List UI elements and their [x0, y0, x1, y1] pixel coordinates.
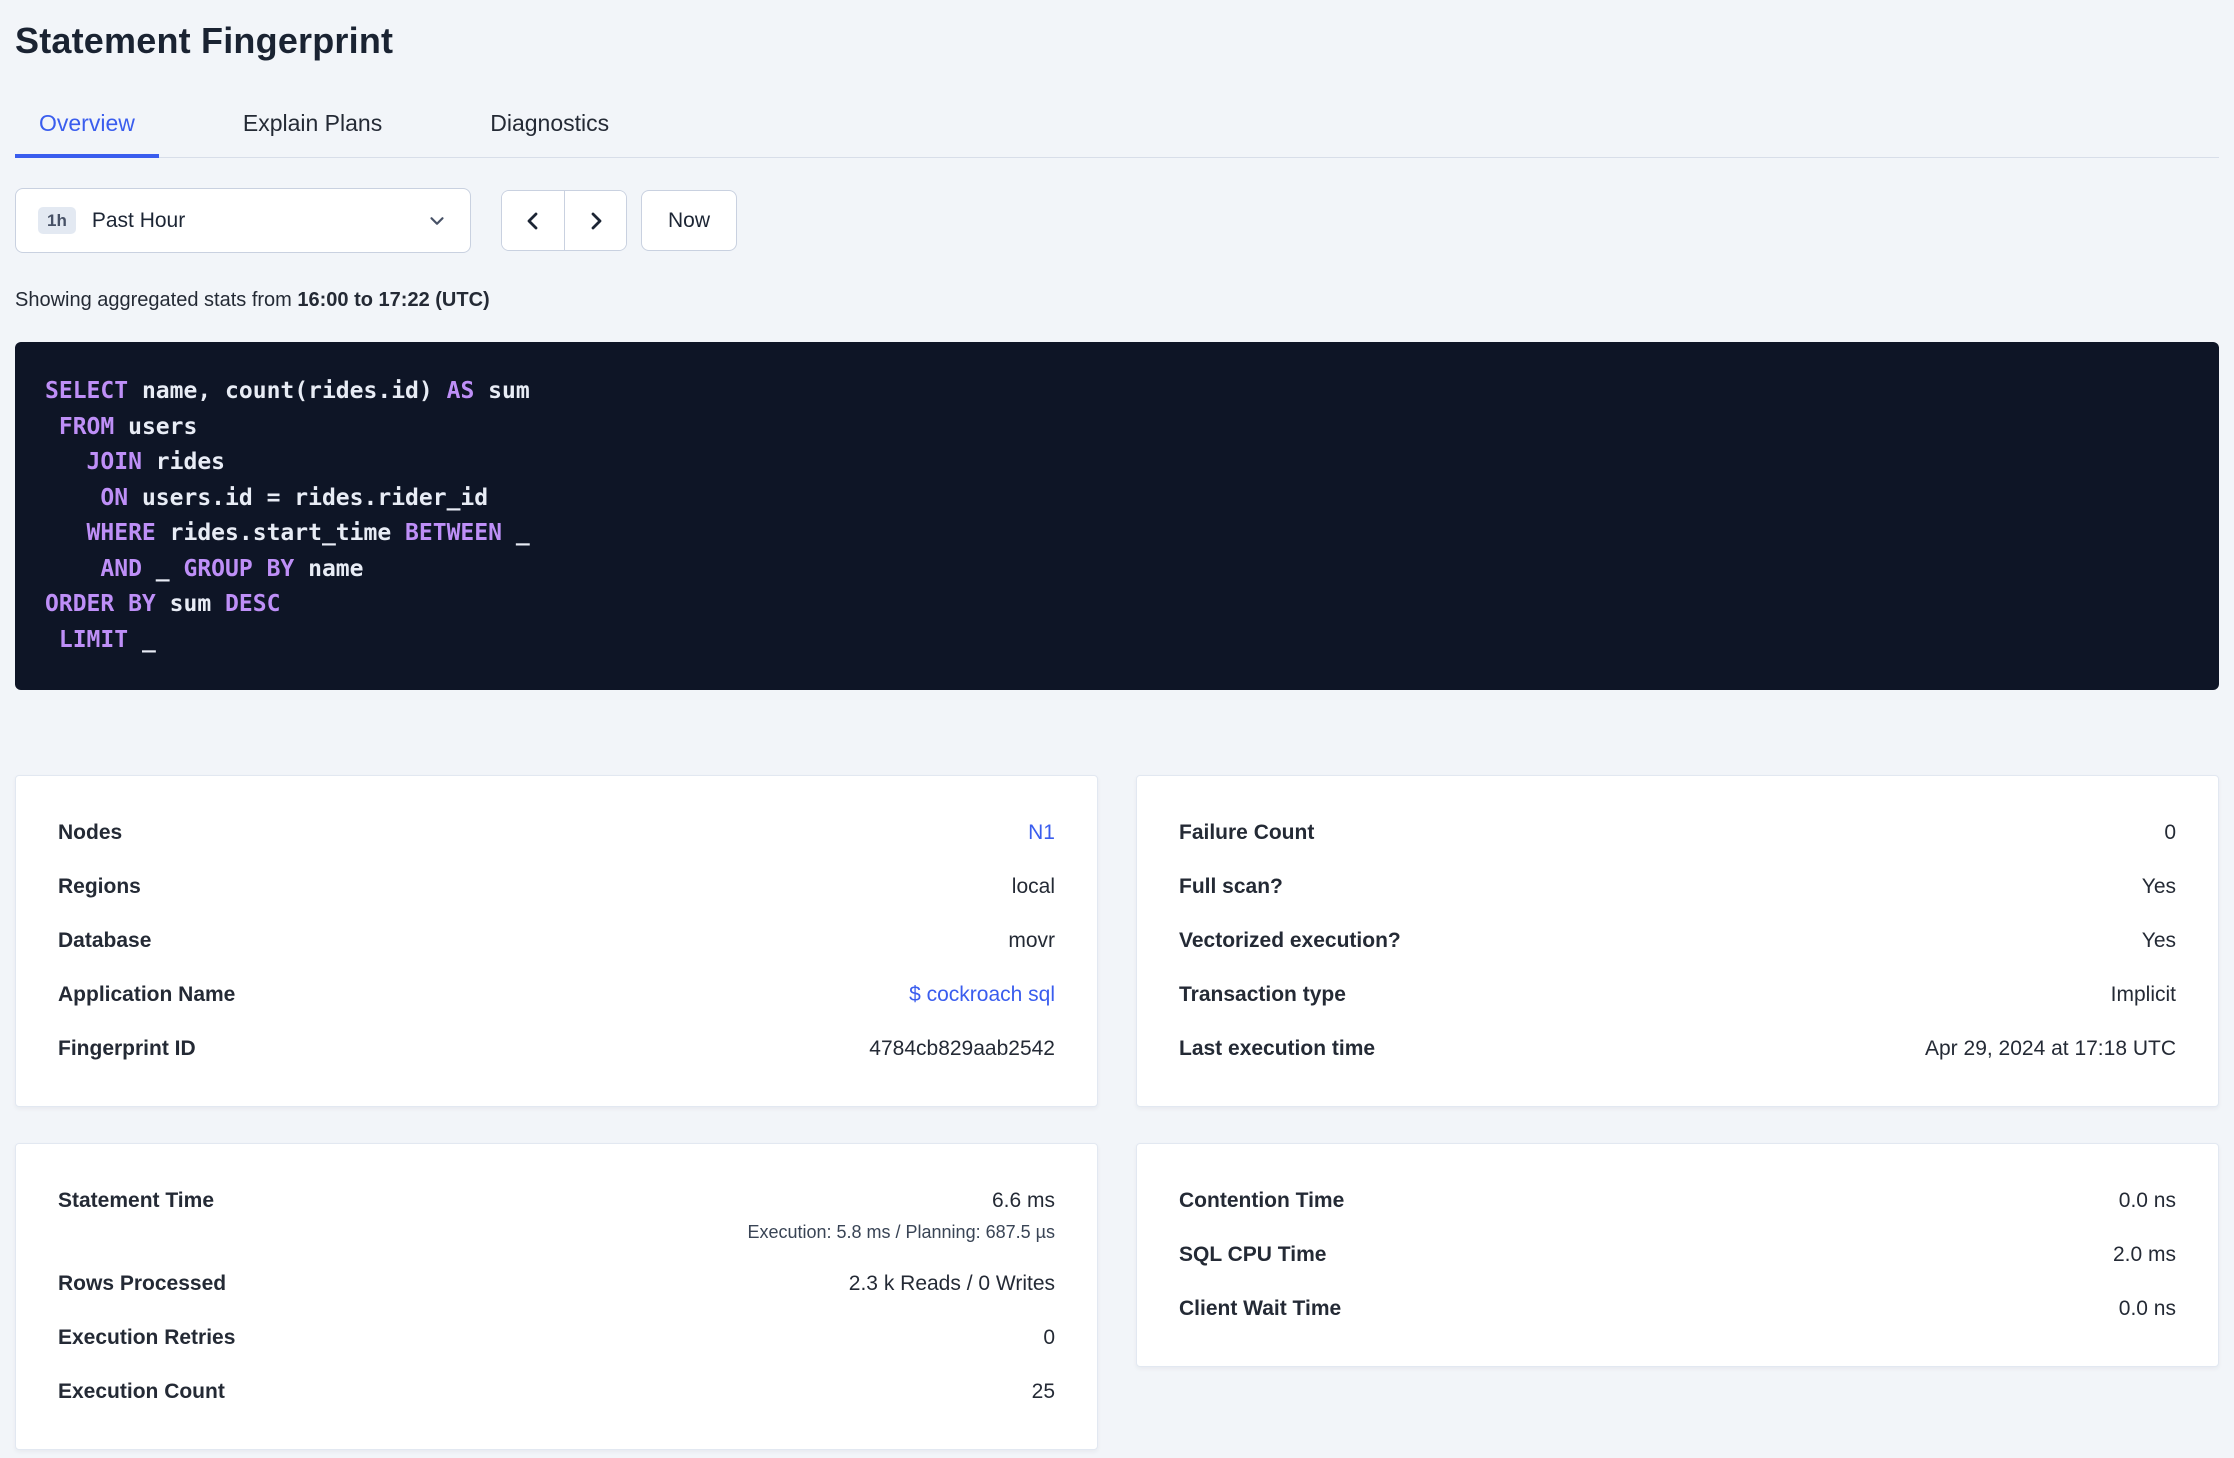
- details-card: Nodes N1 Regions local Database movr App…: [15, 775, 1098, 1107]
- detail-row: Full scan? Yes: [1179, 860, 2176, 914]
- execution-attributes-card: Failure Count 0 Full scan? Yes Vectorize…: [1136, 775, 2219, 1107]
- stats-summary-prefix: Showing aggregated stats from: [15, 289, 292, 311]
- detail-row: Contention Time 0.0 ns: [1179, 1174, 2176, 1228]
- detail-row: Execution Count 25: [58, 1365, 1055, 1419]
- detail-row: Execution Retries 0: [58, 1311, 1055, 1365]
- detail-label: Statement Time: [58, 1189, 214, 1212]
- detail-label: Application Name: [58, 983, 236, 1006]
- detail-label: Vectorized execution?: [1179, 929, 1401, 952]
- detail-value: Implicit: [2110, 983, 2176, 1006]
- detail-label: Execution Retries: [58, 1326, 236, 1349]
- detail-label: Transaction type: [1179, 983, 1346, 1006]
- prev-range-button[interactable]: [502, 191, 564, 250]
- detail-row: Nodes N1: [58, 806, 1055, 860]
- detail-label: Nodes: [58, 821, 123, 844]
- detail-label: Failure Count: [1179, 821, 1315, 844]
- detail-value: 0.0 ns: [2118, 1297, 2176, 1320]
- tab[interactable]: Explain Plans: [219, 98, 406, 157]
- chevron-left-icon: [521, 209, 545, 233]
- statement-time-card: Statement Time 6.6 ms Execution: 5.8 ms …: [15, 1143, 1098, 1450]
- detail-value: 4784cb829aab2542: [869, 1037, 1055, 1060]
- detail-row: Application Name $ cockroach sql: [58, 968, 1055, 1022]
- tab-label: Explain Plans: [242, 110, 383, 136]
- chevron-down-icon: [426, 210, 448, 232]
- detail-row: Statement Time 6.6 ms Execution: 5.8 ms …: [58, 1174, 1055, 1257]
- tab-bar: Overview Explain Plans Diagnostics: [15, 98, 2219, 158]
- detail-sub-value: Execution: 5.8 ms / Planning: 687.5 µs: [747, 1222, 1055, 1242]
- detail-label: Fingerprint ID: [58, 1037, 196, 1060]
- now-button[interactable]: Now: [641, 190, 737, 251]
- detail-value[interactable]: $ cockroach sql: [909, 982, 1055, 1008]
- tab[interactable]: Diagnostics: [466, 98, 633, 157]
- detail-label: Database: [58, 929, 152, 952]
- time-range-dropdown[interactable]: 1h Past Hour: [15, 188, 471, 253]
- tab-label: Overview: [39, 110, 135, 136]
- next-range-button[interactable]: [564, 191, 626, 250]
- tab[interactable]: Overview: [15, 98, 159, 158]
- detail-value: 2.0 ms: [2112, 1243, 2176, 1266]
- detail-row: Failure Count 0: [1179, 806, 2176, 860]
- detail-label: Full scan?: [1179, 875, 1283, 898]
- sql-code: SELECT name, count(rides.id) AS sum FROM…: [45, 378, 530, 653]
- detail-label: Rows Processed: [58, 1272, 227, 1295]
- detail-row: Vectorized execution? Yes: [1179, 914, 2176, 968]
- detail-value: 0: [2164, 821, 2176, 844]
- detail-row: SQL CPU Time 2.0 ms: [1179, 1228, 2176, 1282]
- detail-value: 0: [1043, 1326, 1055, 1349]
- detail-value: movr: [1008, 929, 1055, 952]
- page-title: Statement Fingerprint: [15, 20, 394, 61]
- detail-label: Contention Time: [1179, 1189, 1345, 1212]
- detail-value: 0.0 ns: [2118, 1189, 2176, 1212]
- time-range-badge: 1h: [38, 207, 76, 234]
- detail-label: Last execution time: [1179, 1037, 1376, 1060]
- detail-label: Regions: [58, 875, 141, 898]
- time-controls: 1h Past Hour Now: [15, 188, 2219, 253]
- chevron-right-icon: [584, 209, 608, 233]
- detail-value: 2.3 k Reads / 0 Writes: [848, 1272, 1055, 1295]
- time-nav-group: [501, 190, 627, 251]
- detail-value[interactable]: N1: [1028, 820, 1055, 846]
- detail-value: local: [1011, 875, 1055, 898]
- sql-statement-block: SELECT name, count(rides.id) AS sum FROM…: [15, 342, 2219, 690]
- detail-row: Transaction type Implicit: [1179, 968, 2176, 1022]
- stats-summary: Showing aggregated stats from 16:00 to 1…: [15, 289, 2219, 312]
- page-container: Statement Fingerprint Overview Explain P…: [0, 0, 2234, 1450]
- time-range-label: Past Hour: [91, 208, 186, 232]
- detail-label: Execution Count: [58, 1380, 225, 1403]
- detail-value: Yes: [2141, 929, 2176, 952]
- detail-label: Client Wait Time: [1179, 1297, 1342, 1320]
- cards-grid: Nodes N1 Regions local Database movr App…: [15, 775, 2219, 1450]
- detail-value: 6.6 ms: [991, 1189, 1055, 1212]
- detail-row: Database movr: [58, 914, 1055, 968]
- detail-value: Apr 29, 2024 at 17:18 UTC: [1925, 1037, 2176, 1060]
- detail-row: Fingerprint ID 4784cb829aab2542: [58, 1022, 1055, 1076]
- detail-row: Client Wait Time 0.0 ns: [1179, 1282, 2176, 1336]
- tab-label: Diagnostics: [490, 110, 610, 136]
- detail-row: Rows Processed 2.3 k Reads / 0 Writes: [58, 1257, 1055, 1311]
- detail-row: Last execution time Apr 29, 2024 at 17:1…: [1179, 1022, 2176, 1076]
- detail-label: SQL CPU Time: [1179, 1243, 1327, 1266]
- detail-row: Regions local: [58, 860, 1055, 914]
- wait-time-card: Contention Time 0.0 ns SQL CPU Time 2.0 …: [1136, 1143, 2219, 1367]
- detail-value: Yes: [2141, 875, 2176, 898]
- detail-value: 25: [1031, 1380, 1055, 1403]
- stats-summary-range: 16:00 to 17:22 (UTC): [297, 289, 490, 311]
